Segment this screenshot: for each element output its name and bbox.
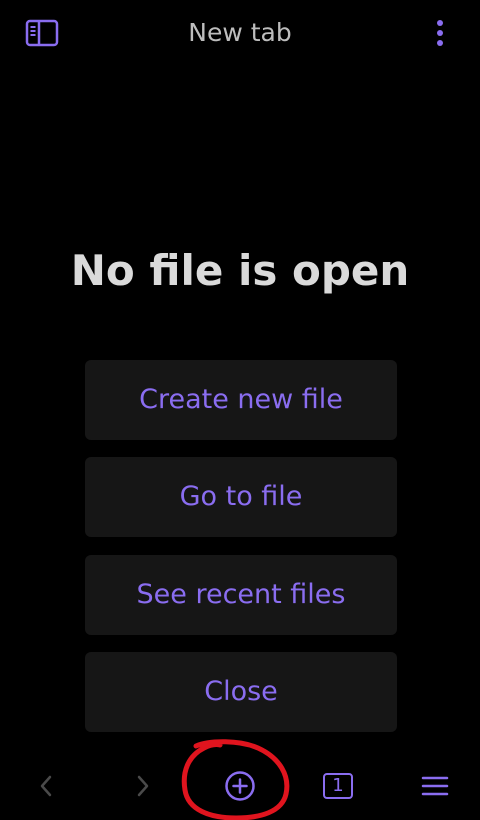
more-vertical-icon bbox=[437, 20, 443, 46]
create-new-file-button[interactable]: Create new file bbox=[85, 360, 397, 440]
sidebar-toggle-icon bbox=[25, 19, 59, 47]
tab-title: New tab bbox=[188, 18, 292, 47]
hamburger-menu-icon bbox=[421, 776, 449, 796]
tab-count-badge: 1 bbox=[323, 773, 353, 799]
empty-state-title: No file is open bbox=[70, 246, 410, 295]
sidebar-toggle-button[interactable] bbox=[22, 16, 62, 50]
chevron-left-icon bbox=[40, 775, 52, 797]
go-to-file-button[interactable]: Go to file bbox=[85, 457, 397, 537]
main-menu-button[interactable] bbox=[405, 752, 465, 820]
back-button[interactable] bbox=[16, 752, 76, 820]
chevron-right-icon bbox=[137, 775, 149, 797]
see-recent-files-button[interactable]: See recent files bbox=[85, 555, 397, 635]
bottom-navigation-bar: 1 bbox=[0, 752, 480, 820]
top-bar: New tab bbox=[0, 0, 480, 66]
close-button[interactable]: Close bbox=[85, 652, 397, 732]
tabs-switcher-button[interactable]: 1 bbox=[308, 752, 368, 820]
plus-circle-icon bbox=[225, 771, 255, 801]
more-options-button[interactable] bbox=[424, 14, 456, 52]
forward-button[interactable] bbox=[113, 752, 173, 820]
new-tab-button[interactable] bbox=[210, 752, 270, 820]
